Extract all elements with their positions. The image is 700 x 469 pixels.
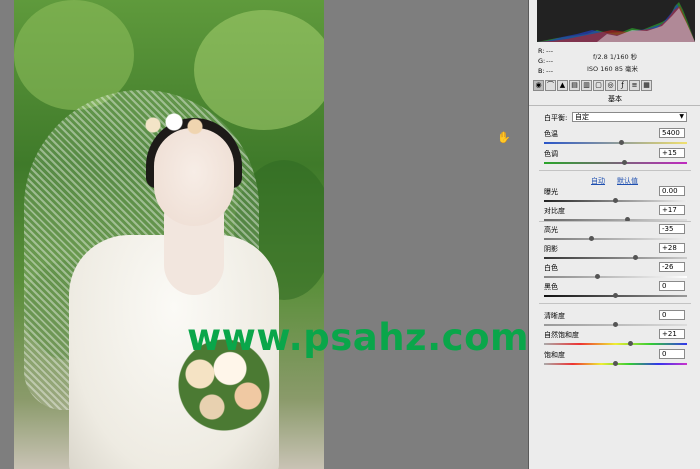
exposure-slider[interactable]	[544, 198, 687, 203]
b-label: B:	[538, 67, 545, 75]
clarity-slider-thumb[interactable]	[613, 322, 618, 327]
white-balance-value: 自定	[575, 113, 589, 121]
split-toning-icon[interactable]: ▥	[581, 80, 592, 91]
panel-title: 基本	[529, 94, 700, 106]
r-value: ---	[546, 47, 554, 55]
blacks-slider-thumb[interactable]	[613, 293, 618, 298]
vibrance-field[interactable]: +21	[659, 329, 685, 339]
detail-icon[interactable]: ▲	[557, 80, 568, 91]
temperature-slider-thumb[interactable]	[619, 140, 624, 145]
highlights-slider[interactable]	[544, 236, 687, 241]
histogram	[537, 0, 695, 42]
clarity-label: 清晰度	[544, 312, 565, 320]
whites-slider-thumb[interactable]	[595, 274, 600, 279]
divider	[539, 221, 691, 222]
presets-icon[interactable]: ≡	[629, 80, 640, 91]
tint-slider[interactable]	[544, 160, 687, 165]
camera-calibration-icon[interactable]: ƒ	[617, 80, 628, 91]
saturation-field[interactable]: 0	[659, 349, 685, 359]
chevron-down-icon: ▼	[679, 113, 684, 120]
highlights-field[interactable]: -35	[659, 224, 685, 234]
camera-raw-panel: R: --- G: --- B: --- f/2.8 1/160 秒 ISO 1…	[528, 0, 700, 469]
saturation-slider-thumb[interactable]	[613, 361, 618, 366]
temperature-label: 色温	[544, 130, 558, 138]
highlights-slider-thumb[interactable]	[589, 236, 594, 241]
shadows-label: 阴影	[544, 245, 558, 253]
face	[154, 128, 234, 226]
default-link[interactable]: 默认值	[617, 176, 638, 186]
saturation-slider[interactable]	[544, 361, 687, 366]
clarity-slider[interactable]	[544, 322, 687, 327]
saturation-label: 饱和度	[544, 351, 565, 359]
clarity-field[interactable]: 0	[659, 310, 685, 320]
b-value: ---	[546, 67, 554, 75]
exposure-field[interactable]: 0.00	[659, 186, 685, 196]
g-value: ---	[546, 57, 554, 65]
iso-focal: ISO 160 85 毫米	[587, 65, 639, 73]
flower-crown	[139, 110, 209, 140]
basic-icon[interactable]: ◉	[533, 80, 544, 91]
contrast-field[interactable]: +17	[659, 205, 685, 215]
aperture-shutter: f/2.8 1/160 秒	[593, 53, 638, 61]
tint-field[interactable]: +15	[659, 148, 685, 158]
r-label: R:	[538, 47, 545, 55]
white-balance-select[interactable]: 自定 ▼	[572, 112, 687, 122]
exposure-slider-thumb[interactable]	[613, 198, 618, 203]
white-balance-label: 白平衡:	[544, 114, 568, 122]
vibrance-slider-thumb[interactable]	[628, 341, 633, 346]
blacks-slider[interactable]	[544, 293, 687, 298]
auto-link[interactable]: 自动	[591, 176, 605, 186]
watermark-text: www.psahz.com	[187, 316, 530, 359]
temperature-slider[interactable]	[544, 140, 687, 145]
divider	[539, 303, 691, 304]
divider	[539, 170, 691, 171]
tone-curve-icon[interactable]: ⌒	[545, 80, 556, 91]
lens-icon[interactable]: ▢	[593, 80, 604, 91]
shadows-slider[interactable]	[544, 255, 687, 260]
whites-label: 白色	[544, 264, 558, 272]
tint-slider-thumb[interactable]	[622, 160, 627, 165]
photo-canvas[interactable]	[14, 0, 324, 469]
whites-field[interactable]: -26	[659, 262, 685, 272]
tint-label: 色调	[544, 150, 558, 158]
snapshots-icon[interactable]: ▦	[641, 80, 652, 91]
exposure-label: 曝光	[544, 188, 558, 196]
vibrance-label: 自然饱和度	[544, 331, 579, 339]
shadows-field[interactable]: +28	[659, 243, 685, 253]
hand-cursor-icon: ✋	[497, 131, 511, 144]
vibrance-slider[interactable]	[544, 341, 687, 346]
effects-icon[interactable]: ◎	[605, 80, 616, 91]
blacks-label: 黑色	[544, 283, 558, 291]
hsl-icon[interactable]: ▤	[569, 80, 580, 91]
contrast-label: 对比度	[544, 207, 565, 215]
whites-slider[interactable]	[544, 274, 687, 279]
g-label: G:	[538, 57, 546, 65]
panel-toolstrip: ◉ ⌒ ▲ ▤ ▥ ▢ ◎ ƒ ≡ ▦	[533, 80, 697, 92]
temperature-field[interactable]: 5400	[659, 128, 685, 138]
highlights-label: 高光	[544, 226, 558, 234]
shadows-slider-thumb[interactable]	[633, 255, 638, 260]
blacks-field[interactable]: 0	[659, 281, 685, 291]
